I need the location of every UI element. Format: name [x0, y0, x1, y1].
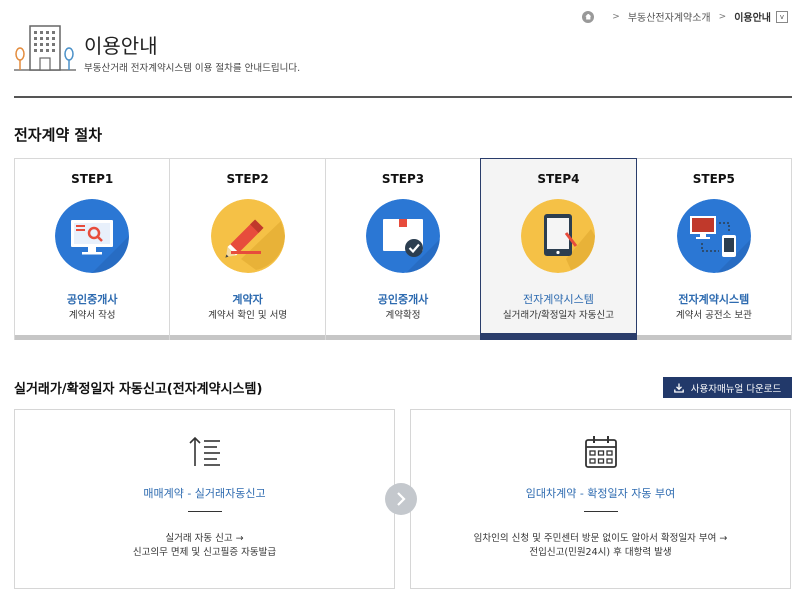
- step-description: 실거래가/확정일자 자동신고: [502, 310, 614, 321]
- step-indicator-bar: [170, 335, 325, 340]
- card-text: 신고의무 면제 및 신고필증 자동발급: [132, 547, 277, 558]
- step-role: 전자계약시스템: [678, 293, 750, 306]
- download-label: 사용자매뉴얼 다운로드: [690, 383, 782, 395]
- step-indicator-bar: [325, 335, 481, 340]
- calendar-icon: [584, 436, 617, 468]
- header-divider: [14, 96, 792, 98]
- section-title-procedure: 전자계약 절차: [14, 126, 103, 144]
- card-title: 임대차계약 - 확정일자 자동 부여: [525, 487, 676, 500]
- step-role: 전자계약시스템: [523, 293, 594, 306]
- step-number: STEP4: [537, 172, 580, 186]
- card-text: 임차인의 신청 및 주민센터 방문 없이도 알아서 확정일자 부여 →: [473, 533, 728, 544]
- card-sale-contract: 매매계약 - 실거래자동신고 실거래 자동 신고 → 신고의무 면제 및 신고필…: [14, 409, 395, 589]
- card-lease-contract: 임대차계약 - 확정일자 자동 부여 임차인의 신청 및 주민센터 방문 없이도…: [410, 409, 791, 589]
- step-number: STEP3: [381, 172, 425, 186]
- step-description: 계약서 작성: [68, 310, 116, 321]
- tablet-icon: [521, 199, 596, 273]
- step-2[interactable]: STEP2 계약자 계약서 확인 및 서명: [170, 159, 326, 340]
- step-role: 공인중개사: [377, 293, 429, 306]
- document-check-icon: [366, 199, 441, 273]
- breadcrumb-separator: >: [718, 11, 727, 22]
- step-number: STEP5: [692, 172, 735, 186]
- step-role: 공인중개사: [66, 293, 118, 306]
- breadcrumb-parent[interactable]: 부동산전자계약소개: [628, 9, 711, 24]
- step-3[interactable]: STEP3 공인중개사 계약확정: [325, 159, 482, 340]
- step-description: 계약서 공전소 보관: [675, 310, 752, 321]
- card-text: 전입신고(민원24시) 후 대항력 발생: [529, 547, 672, 558]
- step-description: 계약서 확인 및 서명: [208, 310, 288, 321]
- home-icon[interactable]: [582, 10, 595, 23]
- steps-panel: STEP1 공인중개사 계약서 작성 STEP2 계약자 계약서 확인 및 서명…: [14, 158, 792, 340]
- manual-download-button[interactable]: 사용자매뉴얼 다운로드: [663, 377, 792, 398]
- step-indicator-bar: [15, 335, 170, 340]
- pencil-icon: [210, 199, 285, 273]
- devices-icon: [676, 199, 751, 273]
- building-icon: [14, 25, 76, 71]
- breadcrumb: > 부동산전자계약소개 > 이용안내 v: [582, 9, 788, 24]
- card-text: 실거래 자동 신고 →: [165, 533, 244, 544]
- step-number: STEP1: [71, 172, 114, 186]
- card-divider: [187, 511, 222, 512]
- breadcrumb-separator: >: [612, 11, 620, 22]
- step-number: STEP2: [226, 172, 269, 186]
- card-title: 매매계약 - 실거래자동신고: [143, 487, 266, 500]
- step-description: 계약확정: [385, 310, 421, 321]
- download-icon: [673, 383, 684, 393]
- step-5[interactable]: STEP5 전자계약시스템 계약서 공전소 보관: [636, 159, 792, 340]
- page-title: 이용안내: [84, 34, 158, 58]
- sort-list-icon: [188, 436, 220, 466]
- step-4[interactable]: STEP4 전자계약시스템 실거래가/확정일자 자동신고: [480, 158, 637, 340]
- step-indicator-bar: [636, 335, 792, 340]
- step-indicator-bar: [481, 333, 636, 339]
- breadcrumb-current: 이용안내: [734, 13, 771, 24]
- step-1[interactable]: STEP1 공인중개사 계약서 작성: [15, 159, 171, 340]
- section-title-auto-report: 실거래가/확정일자 자동신고(전자계약시스템): [14, 382, 263, 397]
- chevron-down-icon[interactable]: v: [776, 10, 788, 23]
- page-description: 부동산거래 전자계약시스템 이용 절차를 안내드립니다.: [84, 63, 301, 74]
- arrow-right-icon: [385, 483, 417, 515]
- card-divider: [583, 511, 618, 512]
- step-role: 계약자: [232, 293, 263, 306]
- monitor-search-icon: [55, 199, 130, 273]
